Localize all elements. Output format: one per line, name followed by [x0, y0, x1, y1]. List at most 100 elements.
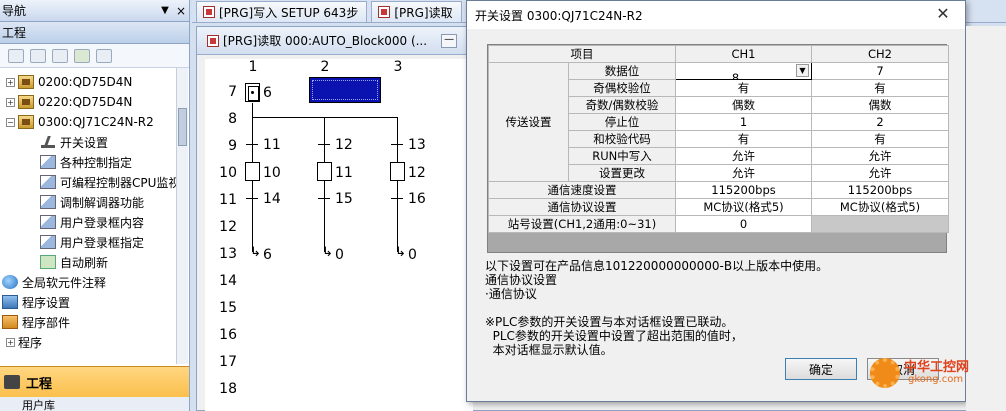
- tree-item-0300[interactable]: − 0300:QJ71C24N-R2: [6, 112, 154, 132]
- setting-icon: [40, 235, 56, 249]
- row-label: 奇偶校验位: [568, 79, 676, 97]
- expand-icon[interactable]: +: [6, 337, 15, 347]
- copy-icon[interactable]: [30, 48, 46, 63]
- data-bit-ch2[interactable]: 7: [811, 62, 949, 80]
- transition-number: 13: [408, 137, 426, 153]
- parity-bit-ch1[interactable]: 有: [675, 79, 812, 97]
- pin-icon[interactable]: ▼: [157, 5, 173, 16]
- setting-icon: [40, 175, 56, 189]
- tree-item-user-frame-spec[interactable]: 用户登录框指定: [40, 232, 144, 252]
- row-number: 17: [219, 354, 237, 370]
- setting-change-ch1[interactable]: 允许: [675, 164, 812, 182]
- refresh-icon[interactable]: [74, 48, 90, 63]
- ok-button[interactable]: 确定: [785, 358, 857, 380]
- sfc-step[interactable]: [245, 83, 260, 102]
- minimize-icon[interactable]: —: [441, 33, 458, 48]
- tree-item-cpu-monitor[interactable]: 可编程控制器CPU监视: [40, 172, 180, 192]
- sfc-step[interactable]: [390, 162, 405, 181]
- setting-change-ch2[interactable]: 允许: [811, 164, 949, 182]
- tree-item-label: 用户登录框内容: [60, 215, 145, 230]
- tree-item-label: 全局软元件注释: [22, 275, 107, 290]
- navigation-panel: 导航 ▼ × 工程 + 0200:QD75D4N + 0220:QD75D4N …: [0, 0, 190, 411]
- collapse-icon[interactable]: −: [6, 117, 15, 127]
- tree-item-user-frame-content[interactable]: 用户登录框内容: [40, 212, 144, 232]
- selected-cell[interactable]: [309, 77, 381, 103]
- tab-setup-write[interactable]: [PRG]写入 SETUP 643步: [196, 1, 368, 22]
- run-write-ch1[interactable]: 允许: [675, 147, 812, 165]
- sfc-diagram[interactable]: 1 2 3 7 8 9 10 11 12 13 14 15 16 17 18 6…: [205, 59, 467, 411]
- nav-bottom-user-lib[interactable]: 用户库: [0, 397, 189, 411]
- tree-item-control-spec[interactable]: 各种控制指定: [40, 152, 132, 172]
- tree-item-program-parts[interactable]: 程序部件: [2, 312, 70, 332]
- tree-item-program-setting[interactable]: 程序设置: [2, 292, 70, 312]
- row-number: 12: [219, 219, 237, 235]
- group-label-transmission: 传送设置: [488, 62, 569, 182]
- dropdown-arrow-icon[interactable]: ▼: [796, 64, 809, 77]
- tree-item-program[interactable]: + 程序: [6, 332, 42, 352]
- row-number: 9: [228, 138, 237, 154]
- new-data-icon[interactable]: [8, 48, 24, 63]
- protocol-ch1[interactable]: MC协议(格式5): [675, 198, 812, 216]
- parity-bit-ch2[interactable]: 有: [811, 79, 949, 97]
- paste-icon[interactable]: [52, 48, 68, 63]
- tree-item-0200[interactable]: + 0200:QD75D4N: [6, 72, 132, 92]
- project-tree: + 0200:QD75D4N + 0220:QD75D4N − 0300:QJ7…: [0, 68, 189, 350]
- tree-item-label: 程序设置: [22, 295, 71, 310]
- sfc-link: [252, 103, 253, 117]
- expand-icon[interactable]: +: [6, 77, 15, 87]
- header-ch2: CH2: [811, 45, 949, 63]
- column-header: 2: [320, 59, 330, 75]
- nav-scrollbar[interactable]: [176, 68, 188, 364]
- auto-refresh-icon: [40, 255, 56, 269]
- column-header: 3: [393, 59, 403, 75]
- tree-item-auto-refresh[interactable]: 自动刷新: [40, 252, 108, 272]
- protocol-ch2[interactable]: MC协议(格式5): [811, 198, 949, 216]
- sum-check-ch2[interactable]: 有: [811, 130, 949, 148]
- data-bit-ch1-select[interactable]: 8 ▼: [675, 62, 812, 80]
- baud-rate-ch1[interactable]: 115200bps: [675, 181, 812, 199]
- station-no-ch1[interactable]: 0: [675, 215, 812, 233]
- nav-scroll-thumb[interactable]: [178, 108, 187, 146]
- tab-read[interactable]: [PRG]读取: [371, 1, 462, 22]
- column-header: 1: [248, 59, 258, 75]
- row-label: RUN中写入: [568, 147, 676, 165]
- nav-bottom-panel: 工程 用户库: [0, 366, 189, 411]
- jump-arrow-icon: ↳: [250, 245, 261, 260]
- odd-even-ch2[interactable]: 偶数: [811, 96, 949, 114]
- tree-item-modem[interactable]: 调制解调器功能: [40, 192, 144, 212]
- note-line: 以下设置可在产品信息101220000000000-B以上版本中使用。: [485, 259, 829, 273]
- tree-item-label: 0300:QJ71C24N-R2: [38, 115, 154, 129]
- gear-logo-icon: [870, 358, 900, 388]
- nav-bottom-project[interactable]: 工程: [0, 367, 189, 397]
- tree-item-global-comment[interactable]: 全局软元件注释: [2, 272, 106, 292]
- note-line: ※PLC参数的开关设置与本对话框设置已联动。: [485, 315, 734, 329]
- run-write-ch2[interactable]: 允许: [811, 147, 949, 165]
- nav-bottom-title: 工程: [26, 376, 53, 392]
- stop-bit-ch1[interactable]: 1: [675, 113, 812, 131]
- tree-item-label: 调制解调器功能: [60, 195, 145, 210]
- odd-even-ch1[interactable]: 偶数: [675, 96, 812, 114]
- tree-item-switch-setting[interactable]: 开关设置: [40, 132, 108, 152]
- sfc-transition[interactable]: [391, 144, 403, 145]
- sfc-step[interactable]: [245, 162, 260, 181]
- tree-item-label: 0220:QD75D4N: [38, 95, 133, 109]
- step-number: 12: [408, 165, 426, 181]
- expand-icon[interactable]: +: [6, 97, 15, 107]
- table-header-row: 项目 CH1 CH2: [488, 45, 949, 63]
- stop-bit-ch2[interactable]: 2: [811, 113, 949, 131]
- row-number: 7: [228, 84, 237, 100]
- close-icon[interactable]: ✕: [931, 6, 955, 24]
- property-icon[interactable]: [96, 48, 112, 63]
- sum-check-ch1[interactable]: 有: [675, 130, 812, 148]
- nav-title: 导航: [2, 4, 27, 18]
- close-icon[interactable]: ×: [173, 4, 189, 18]
- transition-number: 12: [335, 137, 353, 153]
- sfc-transition[interactable]: [391, 198, 403, 199]
- baud-rate-ch2[interactable]: 115200bps: [811, 181, 949, 199]
- sfc-transition[interactable]: [318, 144, 330, 145]
- watermark-name: 中华工控网: [904, 360, 970, 375]
- sfc-divergence: [252, 117, 398, 118]
- sfc-step[interactable]: [317, 162, 332, 181]
- tree-item-label: 可编程控制器CPU监视: [60, 175, 181, 190]
- tree-item-0220[interactable]: + 0220:QD75D4N: [6, 92, 132, 112]
